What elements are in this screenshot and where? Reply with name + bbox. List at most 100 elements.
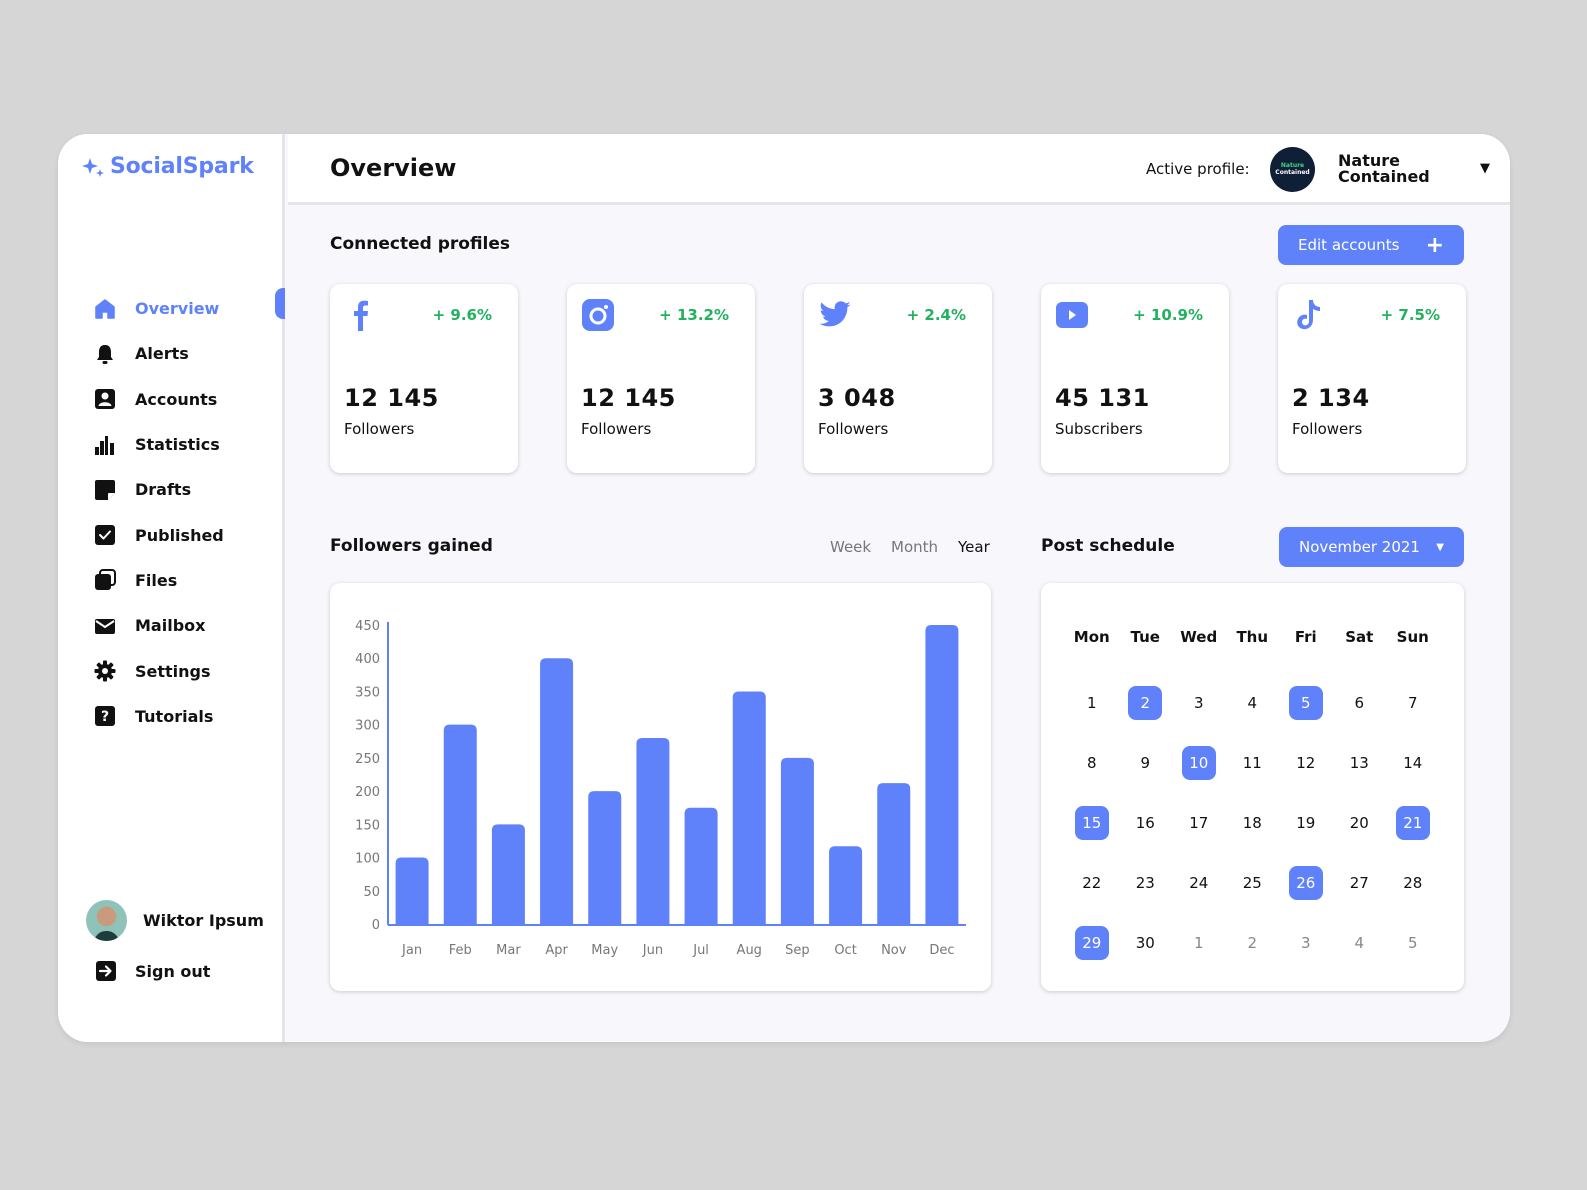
calendar-day[interactable]: 7 bbox=[1386, 673, 1440, 733]
bell-icon bbox=[94, 343, 116, 365]
edit-accounts-button[interactable]: Edit accounts + bbox=[1278, 225, 1464, 265]
sign-out-button[interactable]: Sign out bbox=[95, 960, 210, 982]
user-name: Wiktor Ipsum bbox=[143, 911, 264, 930]
calendar-day[interactable]: 14 bbox=[1386, 733, 1440, 793]
calendar-day[interactable]: 4 bbox=[1333, 913, 1387, 973]
weekday-header: Sat bbox=[1345, 628, 1374, 646]
sidebar-item-statistics[interactable]: Statistics bbox=[94, 422, 285, 467]
range-tab-month[interactable]: Month bbox=[891, 538, 938, 556]
calendar-day-scheduled[interactable]: 10 bbox=[1172, 733, 1226, 793]
calendar-day[interactable]: 13 bbox=[1333, 733, 1387, 793]
calendar-day-number: 6 bbox=[1354, 694, 1365, 712]
calendar-day[interactable]: 4 bbox=[1226, 673, 1280, 733]
y-tick-label: 100 bbox=[355, 852, 380, 867]
sidebar-item-settings[interactable]: Settings bbox=[94, 648, 285, 693]
calendar-day-number: 17 bbox=[1189, 814, 1209, 832]
sidebar-item-drafts[interactable]: Drafts bbox=[94, 467, 285, 512]
calendar-day-number: 11 bbox=[1242, 754, 1262, 772]
x-tick-label: May bbox=[591, 943, 618, 958]
profile-card-twitter[interactable]: + 2.4% 3 048 Followers bbox=[804, 284, 992, 473]
calendar-day-scheduled[interactable]: 29 bbox=[1065, 913, 1119, 973]
calendar-day[interactable]: 11 bbox=[1226, 733, 1280, 793]
calendar-day-scheduled[interactable]: 5 bbox=[1279, 673, 1333, 733]
weekday-header: Sun bbox=[1396, 628, 1429, 646]
calendar-day[interactable]: 25 bbox=[1226, 853, 1280, 913]
calendar-day-number: 25 bbox=[1242, 874, 1262, 892]
x-tick-label: Sep bbox=[785, 943, 810, 958]
calendar-panel: Mon Tue Wed Thu Fri Sat Sun 1 2 3 4 5 6 7 8 9 10 11 12 13 14… bbox=[1041, 583, 1464, 991]
user-profile[interactable]: Wiktor Ipsum bbox=[86, 900, 264, 941]
x-tick-label: Dec bbox=[929, 943, 954, 958]
calendar-day[interactable]: 1 bbox=[1172, 913, 1226, 973]
calendar-day-scheduled[interactable]: 2 bbox=[1119, 673, 1173, 733]
calendar-day[interactable]: 30 bbox=[1119, 913, 1173, 973]
profile-card-instagram[interactable]: + 13.2% 12 145 Followers bbox=[567, 284, 755, 473]
bar-oct bbox=[829, 846, 863, 924]
calendar-day[interactable]: 5 bbox=[1386, 913, 1440, 973]
sidebar-item-accounts[interactable]: Accounts bbox=[94, 377, 285, 422]
calendar-day[interactable]: 2 bbox=[1226, 913, 1280, 973]
calendar-day[interactable]: 27 bbox=[1333, 853, 1387, 913]
calendar-day[interactable]: 3 bbox=[1279, 913, 1333, 973]
calendar-day[interactable]: 18 bbox=[1226, 793, 1280, 853]
sidebar-item-tutorials[interactable]: ? Tutorials bbox=[94, 694, 285, 739]
x-tick-label: Feb bbox=[449, 943, 472, 958]
y-tick-label: 300 bbox=[355, 719, 380, 734]
profile-card-facebook[interactable]: + 9.6% 12 145 Followers bbox=[330, 284, 518, 473]
sidebar-item-label: Accounts bbox=[135, 389, 218, 409]
calendar-day[interactable]: 1 bbox=[1065, 673, 1119, 733]
calendar-day[interactable]: 23 bbox=[1119, 853, 1173, 913]
sidebar-item-overview[interactable]: Overview bbox=[94, 286, 285, 331]
sparkle-icon bbox=[82, 157, 104, 177]
profile-dropdown-caret-icon[interactable]: ▼ bbox=[1480, 161, 1490, 176]
calendar-day[interactable]: 3 bbox=[1172, 673, 1226, 733]
calendar-day-number: 5 bbox=[1288, 686, 1323, 720]
calendar-day[interactable]: 28 bbox=[1386, 853, 1440, 913]
sidebar-item-alerts[interactable]: Alerts bbox=[94, 331, 285, 376]
instagram-icon bbox=[581, 298, 615, 332]
profile-card-youtube[interactable]: + 10.9% 45 131 Subscribers bbox=[1041, 284, 1229, 473]
growth-percent: + 13.2% bbox=[659, 306, 729, 324]
calendar-day-scheduled[interactable]: 26 bbox=[1279, 853, 1333, 913]
calendar-day-number: 22 bbox=[1082, 874, 1102, 892]
calendar-day-number: 12 bbox=[1296, 754, 1316, 772]
count-unit: Followers bbox=[818, 420, 889, 438]
calendar-day-number: 8 bbox=[1086, 754, 1097, 772]
x-tick-label: Jun bbox=[642, 943, 663, 958]
sidebar-item-label: Published bbox=[135, 525, 224, 545]
range-tab-week[interactable]: Week bbox=[830, 538, 871, 556]
sidebar-item-mailbox[interactable]: Mailbox bbox=[94, 603, 285, 648]
x-tick-label: Oct bbox=[834, 943, 856, 958]
profile-card-tiktok[interactable]: + 7.5% 2 134 Followers bbox=[1278, 284, 1466, 473]
range-tab-year[interactable]: Year bbox=[958, 538, 990, 556]
calendar-day[interactable]: 6 bbox=[1333, 673, 1387, 733]
calendar-day-number: 30 bbox=[1135, 934, 1155, 952]
sidebar-item-published[interactable]: Published bbox=[94, 512, 285, 557]
calendar-day[interactable]: 17 bbox=[1172, 793, 1226, 853]
calendar-day[interactable]: 22 bbox=[1065, 853, 1119, 913]
calendar-day[interactable]: 20 bbox=[1333, 793, 1387, 853]
calendar-day-number: 5 bbox=[1407, 934, 1418, 952]
connected-profiles-title: Connected profiles bbox=[330, 234, 511, 254]
app-window: SocialSpark Overview Alerts Accounts Sta… bbox=[58, 134, 1510, 1042]
mail-icon bbox=[94, 615, 116, 637]
calendar-day[interactable]: 19 bbox=[1279, 793, 1333, 853]
calendar-day[interactable]: 16 bbox=[1119, 793, 1173, 853]
month-select[interactable]: November 2021 ▼ bbox=[1279, 527, 1464, 567]
x-tick-label: Aug bbox=[737, 943, 762, 958]
calendar-day-scheduled[interactable]: 15 bbox=[1065, 793, 1119, 853]
sidebar-item-label: Settings bbox=[135, 661, 211, 681]
calendar-day[interactable]: 8 bbox=[1065, 733, 1119, 793]
bar-feb bbox=[443, 724, 477, 924]
sidebar-item-files[interactable]: Files bbox=[94, 558, 285, 603]
logo[interactable]: SocialSpark bbox=[82, 154, 254, 179]
calendar-day-number: 21 bbox=[1395, 806, 1430, 840]
profile-name[interactable]: Nature Contained bbox=[1338, 153, 1448, 185]
calendar-day[interactable]: 12 bbox=[1279, 733, 1333, 793]
bar-jan bbox=[395, 857, 429, 924]
followers-chart-panel: 0 50 100 150 200 250 300 350 400 450 Jan Feb Mar Apr M… bbox=[330, 583, 991, 991]
profile-avatar[interactable]: Nature Contained bbox=[1270, 147, 1315, 192]
calendar-day[interactable]: 9 bbox=[1119, 733, 1173, 793]
calendar-day-scheduled[interactable]: 21 bbox=[1386, 793, 1440, 853]
calendar-day[interactable]: 24 bbox=[1172, 853, 1226, 913]
